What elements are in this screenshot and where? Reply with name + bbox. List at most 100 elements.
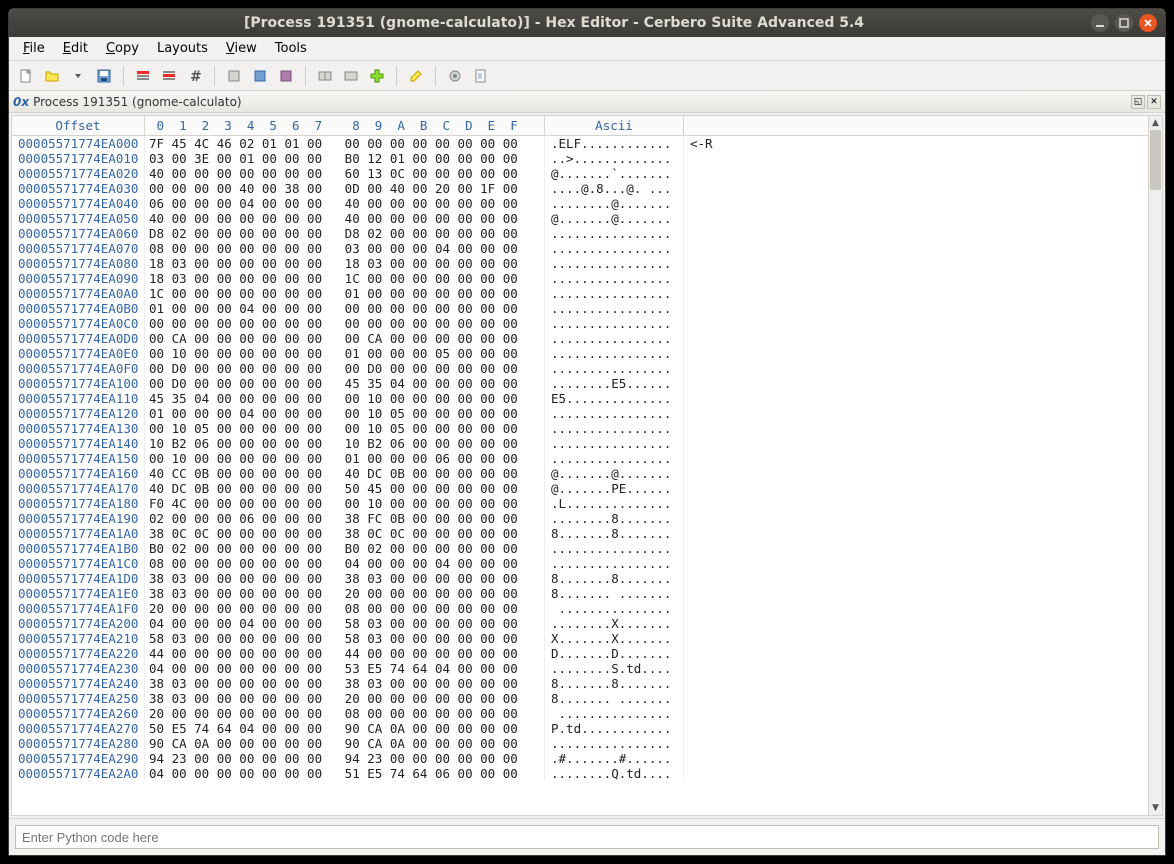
hex-row[interactable]: 00005571774EA180F0 4C 00 00 00 00 00 00 …	[12, 496, 1148, 511]
hex-row[interactable]: 00005571774EA29094 23 00 00 00 00 00 00 …	[12, 751, 1148, 766]
hex-row[interactable]: 00005571774EA0B001 00 00 00 04 00 00 00 …	[12, 301, 1148, 316]
hex-row[interactable]: 00005571774EA0F000 D0 00 00 00 00 00 00 …	[12, 361, 1148, 376]
save-button[interactable]	[93, 65, 115, 87]
script-button[interactable]	[470, 65, 492, 87]
hex-row[interactable]: 00005571774EA15000 10 00 00 00 00 00 00 …	[12, 451, 1148, 466]
hex-cell[interactable]: 08 00 00 00 00 00 00 00 03 00 00 00 04 0…	[144, 241, 544, 256]
hex-cell[interactable]: 40 DC 0B 00 00 00 00 00 50 45 00 00 00 0…	[144, 481, 544, 496]
hex-cell[interactable]: 04 00 00 00 00 00 00 00 51 E5 74 64 06 0…	[144, 766, 544, 781]
hex-row[interactable]: 00005571774EA2A004 00 00 00 00 00 00 00 …	[12, 766, 1148, 781]
hex-cell[interactable]: 38 03 00 00 00 00 00 00 38 03 00 00 00 0…	[144, 676, 544, 691]
hex-cell[interactable]: 10 B2 06 00 00 00 00 00 10 B2 06 00 00 0…	[144, 436, 544, 451]
minimize-button[interactable]	[1091, 14, 1109, 32]
hex-row[interactable]: 00005571774EA04006 00 00 00 04 00 00 00 …	[12, 196, 1148, 211]
tool-b-button[interactable]	[249, 65, 271, 87]
hex-cell[interactable]: 40 00 00 00 00 00 00 00 60 13 0C 00 00 0…	[144, 166, 544, 181]
hex-cell[interactable]: 00 10 05 00 00 00 00 00 00 10 05 00 00 0…	[144, 421, 544, 436]
tool-e-button[interactable]	[340, 65, 362, 87]
scroll-up-icon[interactable]: ▲	[1149, 116, 1162, 130]
hex-row[interactable]: 00005571774EA10000 D0 00 00 00 00 00 00 …	[12, 376, 1148, 391]
new-file-button[interactable]	[15, 65, 37, 87]
hash-button[interactable]: #	[184, 65, 206, 87]
hex-cell[interactable]: 03 00 3E 00 01 00 00 00 B0 12 01 00 00 0…	[144, 151, 544, 166]
hex-cell[interactable]: 08 00 00 00 00 00 00 00 04 00 00 00 04 0…	[144, 556, 544, 571]
menu-edit[interactable]: Edit	[55, 39, 96, 58]
hex-row[interactable]: 00005571774EA1A038 0C 0C 00 00 00 00 00 …	[12, 526, 1148, 541]
hex-cell[interactable]: 1C 00 00 00 00 00 00 00 01 00 00 00 00 0…	[144, 286, 544, 301]
tool-a-button[interactable]	[223, 65, 245, 87]
hex-cell[interactable]: 58 03 00 00 00 00 00 00 58 03 00 00 00 0…	[144, 631, 544, 646]
hex-row[interactable]: 00005571774EA0D000 CA 00 00 00 00 00 00 …	[12, 331, 1148, 346]
hex-cell[interactable]: 45 35 04 00 00 00 00 00 00 10 00 00 00 0…	[144, 391, 544, 406]
hex-cell[interactable]: 00 10 00 00 00 00 00 00 01 00 00 00 05 0…	[144, 346, 544, 361]
vertical-scrollbar[interactable]: ▲ ▼	[1148, 116, 1162, 815]
hex-cell[interactable]: 40 00 00 00 00 00 00 00 40 00 00 00 00 0…	[144, 211, 544, 226]
hex-row[interactable]: 00005571774EA1B0B0 02 00 00 00 00 00 00 …	[12, 541, 1148, 556]
hex-row[interactable]: 00005571774EA05040 00 00 00 00 00 00 00 …	[12, 211, 1148, 226]
hex-cell[interactable]: 38 03 00 00 00 00 00 00 38 03 00 00 00 0…	[144, 571, 544, 586]
open-folder-button[interactable]	[41, 65, 63, 87]
hex-cell[interactable]: 94 23 00 00 00 00 00 00 94 23 00 00 00 0…	[144, 751, 544, 766]
menu-layouts[interactable]: Layouts	[149, 39, 216, 58]
close-button[interactable]	[1139, 14, 1157, 32]
hex-row[interactable]: 00005571774EA08018 03 00 00 00 00 00 00 …	[12, 256, 1148, 271]
hex-cell[interactable]: 00 CA 00 00 00 00 00 00 00 CA 00 00 00 0…	[144, 331, 544, 346]
hex-cell[interactable]: 7F 45 4C 46 02 01 01 00 00 00 00 00 00 0…	[144, 136, 544, 151]
hex-cell[interactable]: F0 4C 00 00 00 00 00 00 00 10 00 00 00 0…	[144, 496, 544, 511]
menu-copy[interactable]: Copy	[98, 39, 147, 58]
hex-row[interactable]: 00005571774EA12001 00 00 00 04 00 00 00 …	[12, 406, 1148, 421]
hex-row[interactable]: 00005571774EA0C000 00 00 00 00 00 00 00 …	[12, 316, 1148, 331]
plugin-button[interactable]	[366, 65, 388, 87]
hex-cell[interactable]: 02 00 00 00 06 00 00 00 38 FC 0B 00 00 0…	[144, 511, 544, 526]
hex-cell[interactable]: 00 00 00 00 00 00 00 00 00 00 00 00 00 0…	[144, 316, 544, 331]
hex-row[interactable]: 00005571774EA14010 B2 06 00 00 00 00 00 …	[12, 436, 1148, 451]
hex-row[interactable]: 00005571774EA25038 03 00 00 00 00 00 00 …	[12, 691, 1148, 706]
menu-file[interactable]: File	[15, 39, 53, 58]
hex-cell[interactable]: 18 03 00 00 00 00 00 00 1C 00 00 00 00 0…	[144, 271, 544, 286]
open-dropdown-icon[interactable]	[67, 65, 89, 87]
hex-row[interactable]: 00005571774EA23004 00 00 00 00 00 00 00 …	[12, 661, 1148, 676]
hex-row[interactable]: 00005571774EA01003 00 3E 00 01 00 00 00 …	[12, 151, 1148, 166]
hex-cell[interactable]: 01 00 00 00 04 00 00 00 00 10 05 00 00 0…	[144, 406, 544, 421]
hex-row[interactable]: 00005571774EA1F020 00 00 00 00 00 00 00 …	[12, 601, 1148, 616]
hex-cell[interactable]: 00 00 00 00 40 00 38 00 0D 00 40 00 20 0…	[144, 181, 544, 196]
hex-cell[interactable]: 04 00 00 00 04 00 00 00 58 03 00 00 00 0…	[144, 616, 544, 631]
hex-pane[interactable]: Offset 0 1 2 3 4 5 6 7 8 9 A B C D E F A…	[12, 116, 1148, 815]
maximize-button[interactable]	[1115, 14, 1133, 32]
hex-row[interactable]: 00005571774EA22044 00 00 00 00 00 00 00 …	[12, 646, 1148, 661]
hex-cell[interactable]: 50 E5 74 64 04 00 00 00 90 CA 0A 00 00 0…	[144, 721, 544, 736]
menu-view[interactable]: View	[218, 39, 265, 58]
hex-cell[interactable]: 38 03 00 00 00 00 00 00 20 00 00 00 00 0…	[144, 586, 544, 601]
hex-cell[interactable]: 18 03 00 00 00 00 00 00 18 03 00 00 00 0…	[144, 256, 544, 271]
hex-row[interactable]: 00005571774EA21058 03 00 00 00 00 00 00 …	[12, 631, 1148, 646]
hex-cell[interactable]: 04 00 00 00 00 00 00 00 53 E5 74 64 04 0…	[144, 661, 544, 676]
hex-row[interactable]: 00005571774EA1D038 03 00 00 00 00 00 00 …	[12, 571, 1148, 586]
hex-row[interactable]: 00005571774EA24038 03 00 00 00 00 00 00 …	[12, 676, 1148, 691]
hex-row[interactable]: 00005571774EA0E000 10 00 00 00 00 00 00 …	[12, 346, 1148, 361]
menu-tools[interactable]: Tools	[267, 39, 315, 58]
panel-float-button[interactable]: ◱	[1131, 95, 1145, 109]
hex-row[interactable]: 00005571774EA28090 CA 0A 00 00 00 00 00 …	[12, 736, 1148, 751]
hex-row[interactable]: 00005571774EA03000 00 00 00 40 00 38 00 …	[12, 181, 1148, 196]
hex-row[interactable]: 00005571774EA07008 00 00 00 00 00 00 00 …	[12, 241, 1148, 256]
layout-1-button[interactable]	[132, 65, 154, 87]
hex-row[interactable]: 00005571774EA11045 35 04 00 00 00 00 00 …	[12, 391, 1148, 406]
edit-button[interactable]	[405, 65, 427, 87]
hex-cell[interactable]: D8 02 00 00 00 00 00 00 D8 02 00 00 00 0…	[144, 226, 544, 241]
tool-c-button[interactable]	[275, 65, 297, 87]
hex-row[interactable]: 00005571774EA13000 10 05 00 00 00 00 00 …	[12, 421, 1148, 436]
hex-cell[interactable]: 00 D0 00 00 00 00 00 00 00 D0 00 00 00 0…	[144, 361, 544, 376]
hex-row[interactable]: 00005571774EA26020 00 00 00 00 00 00 00 …	[12, 706, 1148, 721]
hex-row[interactable]: 00005571774EA17040 DC 0B 00 00 00 00 00 …	[12, 481, 1148, 496]
hex-row[interactable]: 00005571774EA16040 CC 0B 00 00 00 00 00 …	[12, 466, 1148, 481]
panel-close-button[interactable]: ✕	[1147, 95, 1161, 109]
hex-row[interactable]: 00005571774EA19002 00 00 00 06 00 00 00 …	[12, 511, 1148, 526]
hex-cell[interactable]: 00 10 00 00 00 00 00 00 01 00 00 00 06 0…	[144, 451, 544, 466]
hex-row[interactable]: 00005571774EA02040 00 00 00 00 00 00 00 …	[12, 166, 1148, 181]
hex-cell[interactable]: 40 CC 0B 00 00 00 00 00 40 DC 0B 00 00 0…	[144, 466, 544, 481]
hex-row[interactable]: 00005571774EA1C008 00 00 00 00 00 00 00 …	[12, 556, 1148, 571]
scroll-thumb[interactable]	[1150, 130, 1161, 190]
hex-cell[interactable]: 90 CA 0A 00 00 00 00 00 90 CA 0A 00 00 0…	[144, 736, 544, 751]
tool-d-button[interactable]	[314, 65, 336, 87]
hex-row[interactable]: 00005571774EA0007F 45 4C 46 02 01 01 00 …	[12, 136, 1148, 151]
